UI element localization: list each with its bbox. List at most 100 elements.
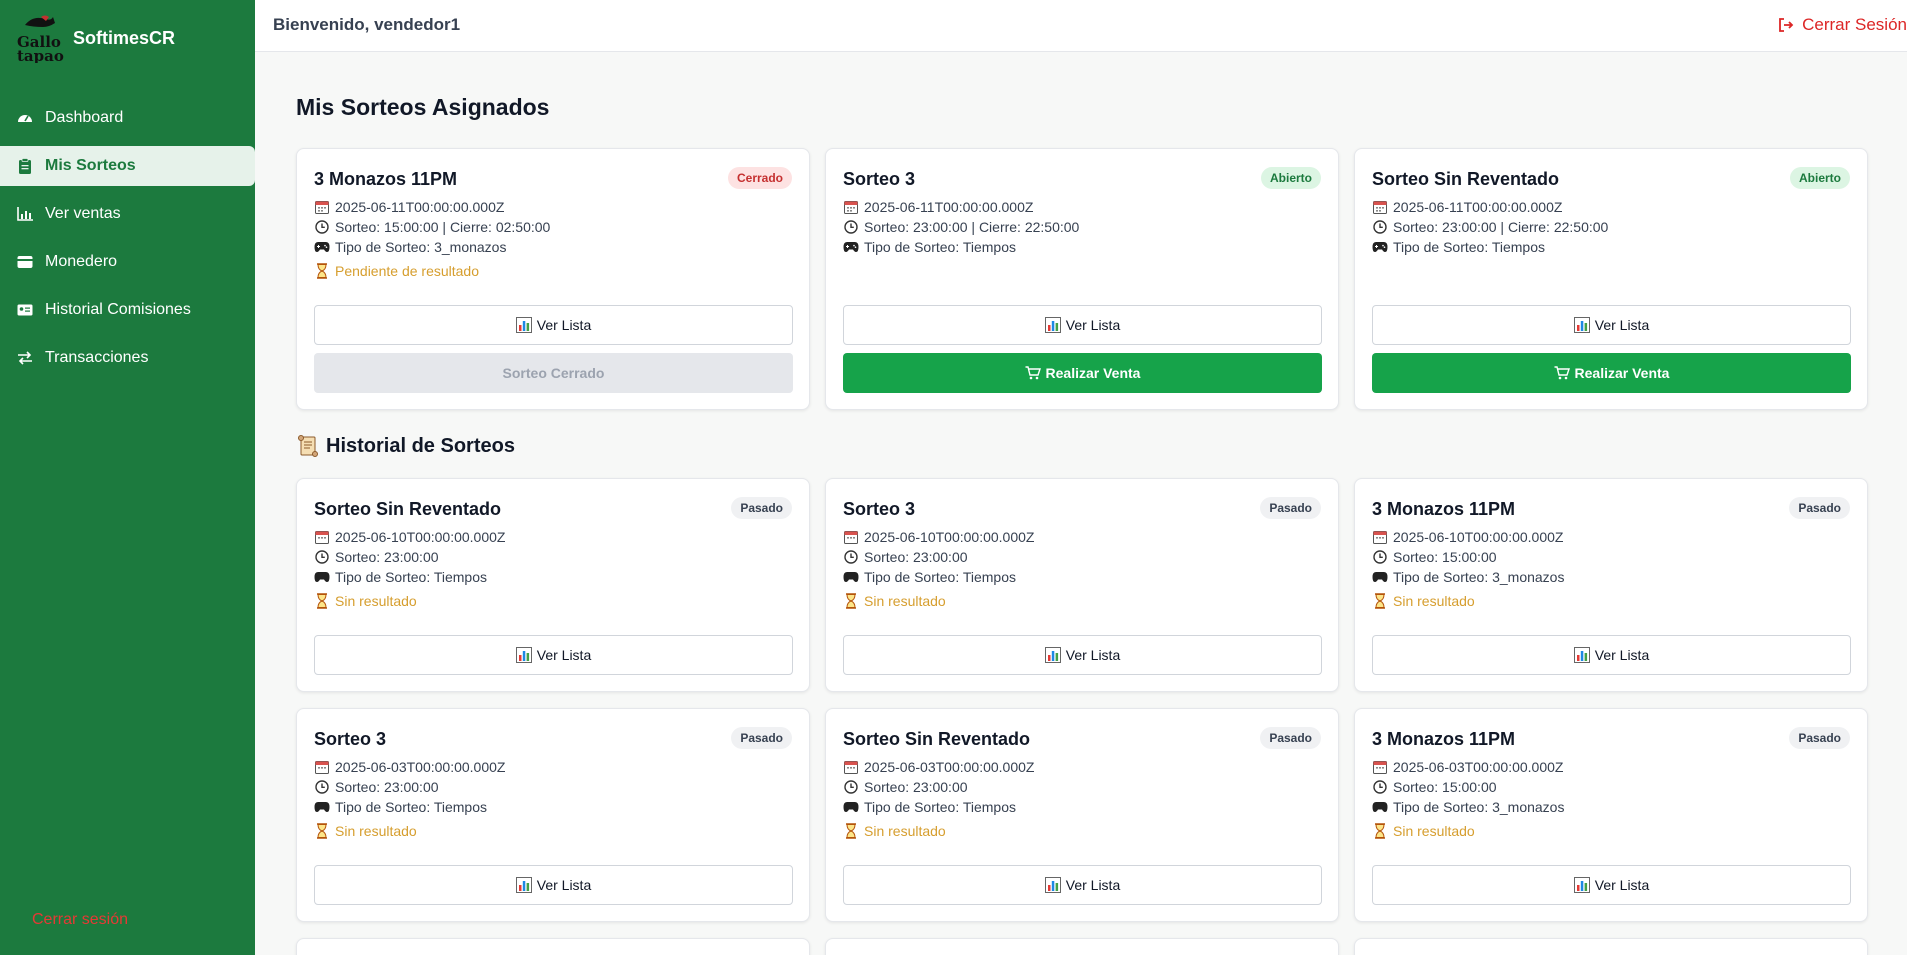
logo-word-2: tapao	[17, 47, 64, 63]
draw-date: 2025-06-03T00:00:00.000Z	[314, 759, 505, 775]
sorteo-cerrado-button[interactable]: Sorteo Cerrado	[314, 353, 793, 393]
sidebar-logout-link[interactable]: Cerrar sesión	[32, 911, 128, 929]
status-badge: Pasado	[1789, 497, 1850, 519]
sidebar-item-label: Transacciones	[45, 349, 149, 366]
gamepad-icon	[314, 569, 330, 585]
ver-lista-button[interactable]: Ver Lista	[843, 865, 1322, 905]
brand[interactable]: Gallo tapao SoftimesCR	[0, 0, 255, 76]
clock-icon	[314, 549, 330, 565]
ver-lista-button[interactable]: Ver Lista	[1372, 305, 1851, 345]
draw-result-status: Sin resultado	[843, 593, 946, 609]
gamepad-icon	[1372, 569, 1388, 585]
history-card-partial	[825, 938, 1339, 955]
status-badge: Pasado	[1789, 727, 1850, 749]
top-bar: Bienvenido, vendedor1 Cerrar Sesión	[255, 0, 1907, 52]
draw-date: 2025-06-03T00:00:00.000Z	[1372, 759, 1563, 775]
sidebar-item-label: Dashboard	[45, 109, 124, 126]
draw-title: 3 Monazos 11PM	[1372, 499, 1516, 519]
draw-type: Tipo de Sorteo: Tiempos	[314, 799, 487, 815]
logout-label: Cerrar Sesión	[1802, 15, 1907, 34]
calendar-icon	[1372, 759, 1388, 775]
sidebar-item-monedero[interactable]: Monedero	[0, 242, 255, 282]
ver-lista-button[interactable]: Ver Lista	[314, 865, 793, 905]
sidebar-item-transacciones[interactable]: Transacciones	[0, 338, 255, 378]
draw-title: Sorteo Sin Reventado	[1372, 169, 1560, 189]
logout-button[interactable]: Cerrar Sesión	[1778, 15, 1907, 35]
ver-lista-button[interactable]: Ver Lista	[843, 635, 1322, 675]
sidebar-nav: Dashboard Mis Sorteos Ver ventas Moneder…	[0, 98, 255, 378]
clock-icon	[314, 219, 330, 235]
draw-result-status: Sin resultado	[314, 823, 417, 839]
sign-out-icon	[1778, 18, 1794, 32]
realizar-venta-button[interactable]: Realizar Venta	[843, 353, 1322, 393]
draw-date: 2025-06-10T00:00:00.000Z	[314, 529, 505, 545]
sidebar-item-label: Monedero	[45, 253, 118, 270]
calendar-icon	[314, 759, 330, 775]
history-card: Sorteo Sin Reventado Pasado 2025-06-10T0…	[296, 478, 810, 692]
draw-result-status: Sin resultado	[1372, 593, 1475, 609]
clock-icon	[843, 549, 859, 565]
draw-title: 3 Monazos 11PM	[314, 169, 458, 189]
draw-time: Sorteo: 15:00:00	[1372, 549, 1497, 565]
hourglass-icon	[1372, 823, 1388, 839]
gamepad-icon	[314, 799, 330, 815]
hourglass-icon	[1372, 593, 1388, 609]
calendar-icon	[1372, 199, 1388, 215]
hourglass-icon	[843, 823, 859, 839]
realizar-venta-button[interactable]: Realizar Venta	[1372, 353, 1851, 393]
draw-title: Sorteo 3	[314, 729, 387, 749]
ver-lista-button[interactable]: Ver Lista	[843, 305, 1322, 345]
wallet-icon	[16, 253, 34, 271]
sidebar-item-ver-ventas[interactable]: Ver ventas	[0, 194, 255, 234]
hourglass-icon	[314, 823, 330, 839]
welcome-text: Bienvenido, vendedor1	[273, 15, 461, 34]
chart-icon	[515, 647, 532, 663]
history-card: 3 Monazos 11PM Pasado 2025-06-10T00:00:0…	[1354, 478, 1868, 692]
draw-title: Sorteo 3	[843, 169, 916, 189]
draw-card: Sorteo 3 Abierto 2025-06-11T00:00:00.000…	[825, 148, 1339, 410]
status-badge: Abierto	[1261, 167, 1321, 189]
status-badge: Pasado	[1260, 727, 1321, 749]
draw-title: Sorteo Sin Reventado	[314, 499, 502, 519]
ver-lista-button[interactable]: Ver Lista	[314, 305, 793, 345]
draw-card: Sorteo Sin Reventado Abierto 2025-06-11T…	[1354, 148, 1868, 410]
ver-lista-button[interactable]: Ver Lista	[314, 635, 793, 675]
history-card-partial	[296, 938, 810, 955]
draw-type: Tipo de Sorteo: Tiempos	[1372, 239, 1545, 255]
chart-icon	[1044, 877, 1061, 893]
sidebar-item-label: Ver ventas	[45, 205, 121, 222]
calendar-icon	[843, 199, 859, 215]
draw-date: 2025-06-10T00:00:00.000Z	[843, 529, 1034, 545]
sidebar-item-historial-comisiones[interactable]: Historial Comisiones	[0, 290, 255, 330]
draw-type: Tipo de Sorteo: Tiempos	[843, 239, 1016, 255]
page-title: Mis Sorteos Asignados	[296, 94, 550, 120]
status-badge: Pasado	[1260, 497, 1321, 519]
sidebar-item-label: Historial Comisiones	[45, 301, 191, 318]
sidebar-item-dashboard[interactable]: Dashboard	[0, 98, 255, 138]
ver-lista-button[interactable]: Ver Lista	[1372, 865, 1851, 905]
sidebar-item-label: Mis Sorteos	[45, 157, 136, 174]
draw-date: 2025-06-11T00:00:00.000Z	[314, 199, 504, 215]
history-card: Sorteo 3 Pasado 2025-06-03T00:00:00.000Z…	[296, 708, 810, 922]
draw-title: Sorteo 3	[843, 499, 916, 519]
draw-type: Tipo de Sorteo: Tiempos	[843, 569, 1016, 585]
status-badge: Abierto	[1790, 167, 1850, 189]
history-card: Sorteo 3 Pasado 2025-06-10T00:00:00.000Z…	[825, 478, 1339, 692]
exchange-icon	[16, 349, 34, 367]
ver-lista-button[interactable]: Ver Lista	[1372, 635, 1851, 675]
calendar-icon	[843, 529, 859, 545]
draw-title: 3 Monazos 11PM	[1372, 729, 1516, 749]
chart-icon	[1044, 317, 1061, 333]
calendar-icon	[314, 199, 330, 215]
history-title: Historial de Sorteos	[296, 434, 515, 458]
sidebar: Gallo tapao SoftimesCR Dashboard Mis Sor…	[0, 0, 255, 955]
status-badge: Pasado	[731, 497, 792, 519]
draw-time: Sorteo: 15:00:00	[1372, 779, 1497, 795]
draw-date: 2025-06-03T00:00:00.000Z	[843, 759, 1034, 775]
hourglass-icon	[314, 263, 330, 279]
draw-time: Sorteo: 23:00:00	[843, 779, 968, 795]
gamepad-icon	[1372, 239, 1388, 255]
draw-time: Sorteo: 23:00:00	[843, 549, 968, 565]
draw-result-status: Sin resultado	[1372, 823, 1475, 839]
sidebar-item-mis-sorteos[interactable]: Mis Sorteos	[0, 146, 255, 186]
